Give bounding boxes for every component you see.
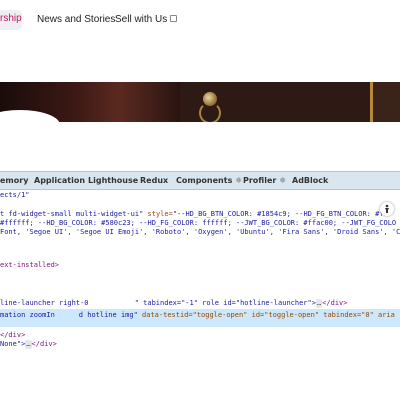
code-line[interactable]: </div>: [0, 331, 400, 340]
nav-item-sell-label: Sell with Us: [115, 14, 168, 25]
code-line[interactable]: ext-installed>: [0, 261, 400, 270]
nav-item-sell[interactable]: Sell with Us: [115, 14, 178, 25]
code-line[interactable]: None">…</div>: [0, 340, 400, 349]
code-attr-value: " tabindex="-1" role id="hotline-launche…: [134, 299, 316, 307]
tab-lighthouse[interactable]: Lighthouse: [88, 176, 138, 185]
code-attr-value: line-launcher right-0: [0, 299, 89, 307]
hero-image: [0, 82, 400, 122]
inspect-icon[interactable]: [380, 202, 394, 216]
code-line-selected[interactable]: mation zoomIn d hotline img" data-testid=…: [0, 311, 400, 320]
picture-frame-graphic: [370, 82, 400, 122]
code-attr-value: mation zoomIn: [0, 311, 55, 319]
code-attr-value: d hotline img": [78, 311, 138, 319]
nav-item-news-label: News and Stories: [37, 14, 116, 25]
code-attr-value: t fd-widget-small multi-widget-ui": [0, 210, 148, 218]
code-close-tag: </div>: [31, 340, 57, 348]
top-nav: rship News and Stories Sell with Us: [0, 0, 400, 42]
hero-curve-overlay: [0, 110, 60, 122]
code-line[interactable]: t fd-widget-small multi-widget-ui" style…: [0, 210, 400, 219]
tab-application[interactable]: Application: [34, 176, 85, 185]
nav-item-active-label: rship: [0, 13, 22, 24]
code-line[interactable]: #ffffff; --HD_BG_COLOR: #580c23; --HD_FG…: [0, 219, 400, 228]
external-link-icon: [170, 15, 178, 22]
tab-components[interactable]: Components ⚛: [176, 176, 242, 185]
code-attr-value: "--HD_BG_BTN_COLOR: #1854c9; --HD_FG_BTN…: [172, 210, 388, 218]
breadcrumb: ects/1": [0, 191, 400, 200]
devtools-panel: emory Application Lighthouse Redux Compo…: [0, 171, 400, 400]
code-line[interactable]: line-launcher right-0 " tabindex="-1" ro…: [0, 299, 400, 308]
code-close-tag: </div>: [322, 299, 348, 307]
tab-adblock[interactable]: AdBlock: [292, 176, 328, 185]
devtools-tabbar: emory Application Lighthouse Redux Compo…: [0, 171, 400, 190]
code-attr-value: None">: [0, 340, 26, 348]
code-attr-name: data-testid="toggle-open" id="toggle-ope…: [137, 311, 395, 319]
tab-profiler[interactable]: Profiler ⚛: [243, 176, 286, 185]
breadcrumb-text[interactable]: ects/1": [0, 191, 30, 199]
door-ring-graphic: [199, 102, 221, 122]
nav-item-news[interactable]: News and Stories: [37, 14, 115, 25]
tab-redux[interactable]: Redux: [140, 176, 168, 185]
nav-item-active[interactable]: rship: [0, 10, 22, 30]
tab-memory[interactable]: emory: [0, 176, 28, 185]
code-line[interactable]: Font, 'Segoe UI', 'Segoe UI Emoji', 'Rob…: [0, 228, 400, 237]
code-attr-name: style=: [147, 210, 173, 218]
